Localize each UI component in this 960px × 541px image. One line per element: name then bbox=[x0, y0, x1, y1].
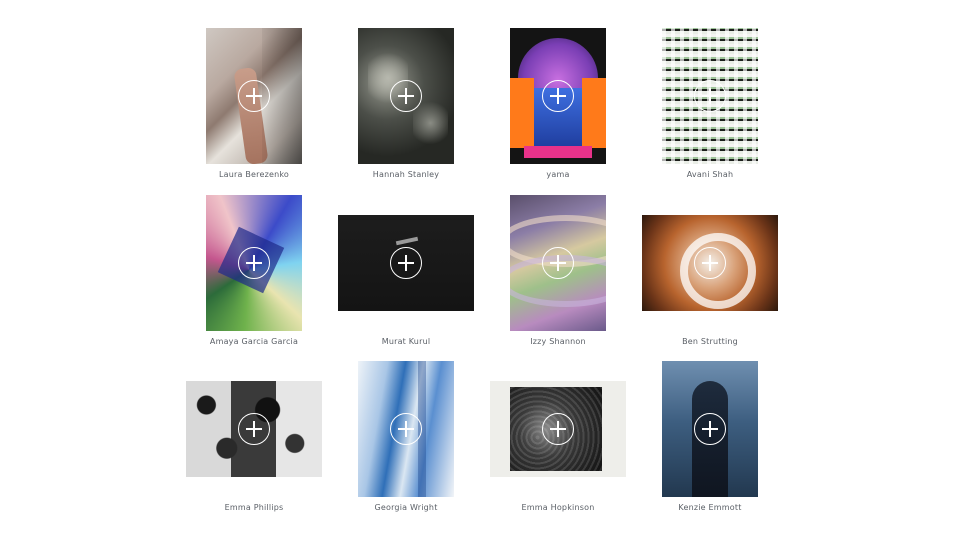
add-icon[interactable] bbox=[238, 413, 270, 445]
artist-name[interactable]: Emma Hopkinson bbox=[482, 503, 634, 512]
add-icon[interactable] bbox=[238, 80, 270, 112]
artwork-thumbnail[interactable] bbox=[186, 381, 322, 477]
artist-name[interactable]: Laura Berezenko bbox=[178, 170, 330, 179]
artwork-thumbnail[interactable] bbox=[358, 361, 454, 497]
add-icon[interactable] bbox=[694, 413, 726, 445]
add-icon[interactable] bbox=[390, 80, 422, 112]
artist-gallery: Laura Berezenko Hannah Stanley yama Avan… bbox=[0, 0, 960, 540]
add-icon[interactable] bbox=[694, 247, 726, 279]
add-icon[interactable] bbox=[238, 247, 270, 279]
artist-tile[interactable]: Murat Kurul bbox=[330, 195, 482, 375]
artist-tile[interactable]: Amaya Garcia Garcia bbox=[178, 195, 330, 375]
artwork-thumbnail[interactable] bbox=[490, 381, 626, 477]
artist-tile[interactable]: Hannah Stanley bbox=[330, 28, 482, 208]
artwork-thumbnail[interactable] bbox=[338, 215, 474, 311]
artwork-thumbnail[interactable] bbox=[206, 28, 302, 164]
artist-name[interactable]: Avani Shah bbox=[634, 170, 786, 179]
artist-name[interactable]: Hannah Stanley bbox=[330, 170, 482, 179]
artist-name[interactable]: Georgia Wright bbox=[330, 503, 482, 512]
artist-name[interactable]: Kenzie Emmott bbox=[634, 503, 786, 512]
artist-tile[interactable]: yama bbox=[482, 28, 634, 208]
add-icon[interactable] bbox=[542, 413, 574, 445]
artist-tile[interactable]: Ben Strutting bbox=[634, 195, 786, 375]
artist-tile[interactable]: Emma Phillips bbox=[178, 361, 330, 541]
artwork-thumbnail[interactable] bbox=[358, 28, 454, 164]
add-icon[interactable] bbox=[542, 80, 574, 112]
artwork-thumbnail[interactable] bbox=[662, 28, 758, 164]
artist-name[interactable]: Murat Kurul bbox=[330, 337, 482, 346]
artist-tile[interactable]: Georgia Wright bbox=[330, 361, 482, 541]
artist-tile[interactable]: Avani Shah bbox=[634, 28, 786, 208]
artist-tile[interactable]: Laura Berezenko bbox=[178, 28, 330, 208]
artist-name[interactable]: Ben Strutting bbox=[634, 337, 786, 346]
artist-tile[interactable]: Izzy Shannon bbox=[482, 195, 634, 375]
artist-name[interactable]: Amaya Garcia Garcia bbox=[178, 337, 330, 346]
add-icon[interactable] bbox=[390, 413, 422, 445]
artwork-thumbnail[interactable] bbox=[642, 215, 778, 311]
add-icon[interactable] bbox=[694, 80, 726, 112]
artist-name[interactable]: Izzy Shannon bbox=[482, 337, 634, 346]
artwork-thumbnail[interactable] bbox=[206, 195, 302, 331]
add-icon[interactable] bbox=[542, 247, 574, 279]
artwork-thumbnail[interactable] bbox=[510, 28, 606, 164]
artist-tile[interactable]: Emma Hopkinson bbox=[482, 361, 634, 541]
artist-name[interactable]: Emma Phillips bbox=[178, 503, 330, 512]
artist-tile[interactable]: Kenzie Emmott bbox=[634, 361, 786, 541]
add-icon[interactable] bbox=[390, 247, 422, 279]
artwork-thumbnail[interactable] bbox=[510, 195, 606, 331]
artist-name[interactable]: yama bbox=[482, 170, 634, 179]
artwork-thumbnail[interactable] bbox=[662, 361, 758, 497]
